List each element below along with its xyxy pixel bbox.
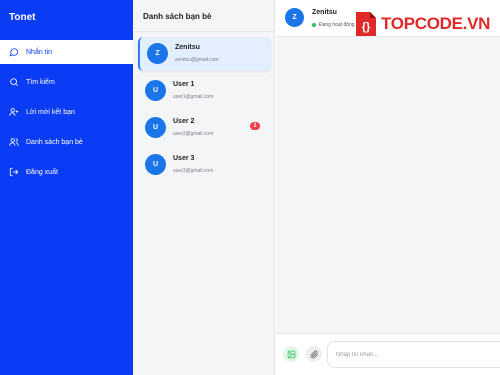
avatar: U <box>145 80 166 101</box>
online-status: Đang hoạt động <box>312 22 355 28</box>
friend-email: zenitsu@gmail.com <box>175 57 219 63</box>
friend-item-user-2[interactable]: U User 2 user2@gmail.com 2 <box>138 111 271 145</box>
friends-panel-title: Danh sách bạn bè <box>143 12 212 21</box>
friend-email: user1@gmail.com <box>173 94 214 100</box>
sidebar: Tonet Nhắn tin Tìm kiếm Lời mời kết bạn … <box>0 0 133 375</box>
unread-badge: 2 <box>250 122 260 130</box>
topcode-logo-icon: {} <box>352 10 378 38</box>
svg-text:{}: {} <box>362 21 371 33</box>
sidebar-item-messages[interactable]: Nhắn tin <box>0 40 133 64</box>
chat-composer <box>276 333 500 375</box>
sidebar-item-label: Đăng xuất <box>26 168 58 176</box>
friend-name: User 2 <box>173 118 195 125</box>
avatar: U <box>145 117 166 138</box>
friend-name: User 1 <box>173 81 195 88</box>
friends-panel: Danh sách bạn bè Z Zenitsu zenitsu@gmail… <box>133 0 275 375</box>
app-title: Tonet <box>9 12 36 23</box>
sidebar-item-logout[interactable]: Đăng xuất <box>0 160 133 184</box>
search-icon <box>9 77 19 87</box>
sidebar-item-friends-list[interactable]: Danh sách bạn bè <box>0 130 133 154</box>
sidebar-item-label: Lời mời kết bạn <box>26 108 75 116</box>
sidebar-nav: Nhắn tin Tìm kiếm Lời mời kết bạn Danh s… <box>0 40 133 190</box>
friend-item-user-3[interactable]: U User 3 user3@gmail.com <box>138 148 271 182</box>
divider <box>133 31 275 32</box>
sidebar-item-label: Danh sách bạn bè <box>26 138 83 146</box>
friend-name: Zenitsu <box>175 44 200 51</box>
friend-item-user-1[interactable]: U User 1 user1@gmail.com <box>138 74 271 108</box>
paperclip-icon <box>310 350 318 358</box>
avatar: Z <box>147 43 168 64</box>
attach-file-button[interactable] <box>306 346 322 362</box>
chat-contact-name: Zenitsu <box>312 9 337 16</box>
online-dot-icon <box>312 23 316 27</box>
sidebar-item-friend-requests[interactable]: Lời mời kết bạn <box>0 100 133 124</box>
avatar: U <box>145 154 166 175</box>
logout-icon <box>9 167 19 177</box>
watermark-logo: {} TOPCODE.VN <box>352 10 490 38</box>
image-icon <box>287 350 295 358</box>
avatar: Z <box>285 8 304 27</box>
friend-email: user2@gmail.com <box>173 131 214 137</box>
sidebar-item-search[interactable]: Tìm kiếm <box>0 70 133 94</box>
message-input[interactable] <box>327 341 500 368</box>
sidebar-item-label: Tìm kiếm <box>26 78 55 86</box>
chat-bubble-icon <box>9 47 19 57</box>
friend-email: user3@gmail.com <box>173 168 214 174</box>
friend-name: User 3 <box>173 155 195 162</box>
users-icon <box>9 137 19 147</box>
send-image-button[interactable] <box>283 346 299 362</box>
watermark-text: TOPCODE.VN <box>381 14 491 33</box>
sidebar-item-label: Nhắn tin <box>26 48 53 56</box>
user-add-icon <box>9 107 19 117</box>
chat-area: Z Zenitsu Đang hoạt động <box>276 0 500 375</box>
friend-item-zenitsu[interactable]: Z Zenitsu zenitsu@gmail.com <box>138 37 271 71</box>
status-text: Đang hoạt động <box>319 22 355 28</box>
